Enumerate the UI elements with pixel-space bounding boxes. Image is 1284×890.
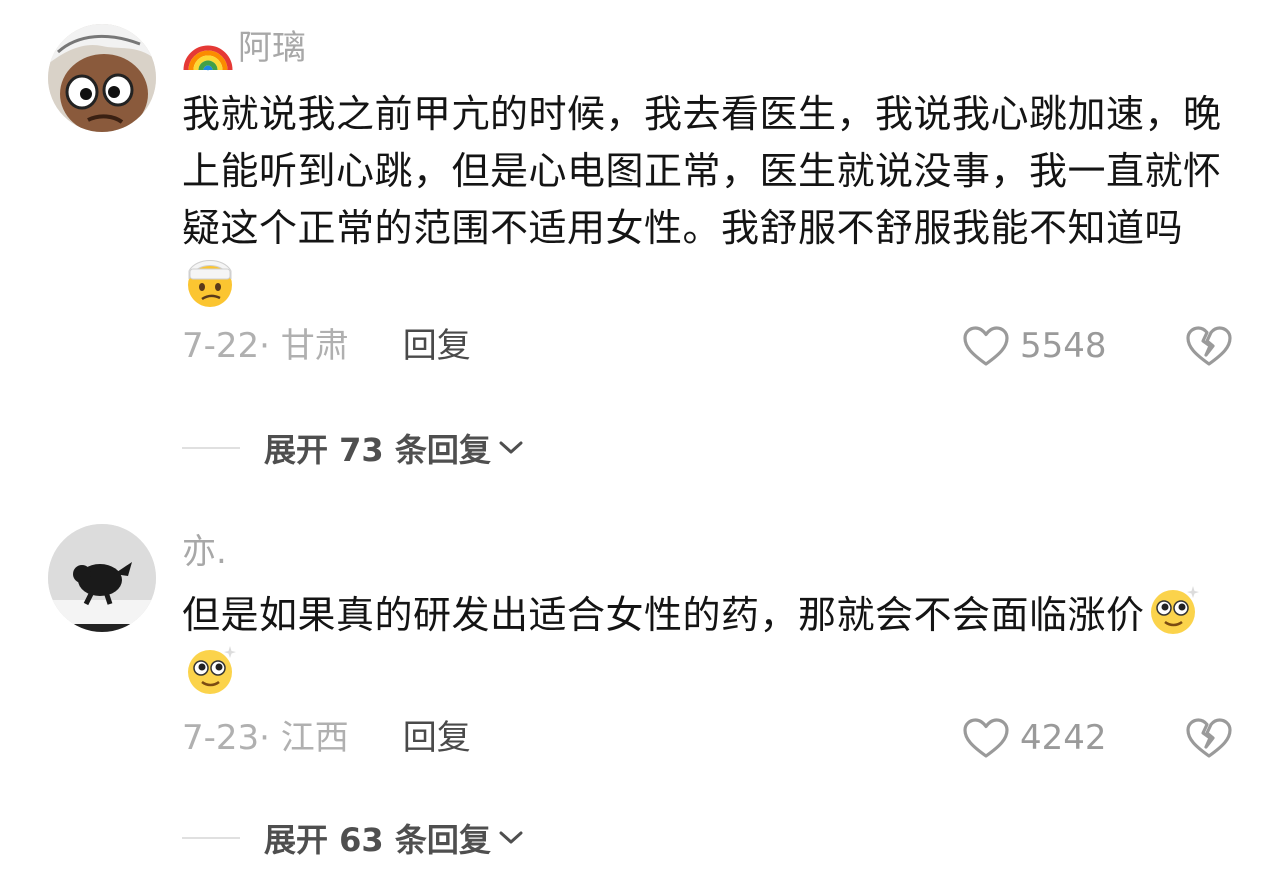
broken-heart-icon (1186, 718, 1232, 758)
reply-button[interactable]: 回复 (403, 718, 471, 758)
like-count: 4242 (1020, 718, 1107, 758)
like-button[interactable]: 4242 (962, 716, 1107, 760)
comment-item: 亦. 但是如果真的研发出适合女性的药，那就会不会面临涨价 7-23· 江西 回复… (0, 0, 1284, 890)
chevron-down-icon (499, 831, 523, 844)
sparkle-eyes-emoji-icon (1147, 584, 1199, 636)
expand-replies-button[interactable]: 展开 63 条回复 (182, 816, 525, 860)
divider (182, 837, 240, 839)
expand-replies-label: 展开 63 条回复 (264, 821, 491, 859)
avatar[interactable] (48, 524, 156, 632)
comment-text: 但是如果真的研发出适合女性的药，那就会不会面临涨价 (182, 584, 1232, 704)
heart-icon (963, 718, 1009, 758)
username[interactable]: 亦. (182, 530, 227, 574)
username-text: 亦. (182, 532, 227, 572)
comment-meta: 7-23· 江西 回复 (182, 716, 471, 760)
black-cat-avatar-icon (48, 524, 156, 632)
comment-text-content: 但是如果真的研发出适合女性的药，那就会不会面临涨价 (182, 593, 1145, 637)
dislike-button[interactable] (1184, 716, 1234, 760)
sparkle-eyes-emoji-icon (184, 644, 236, 696)
date-location: 7-23· 江西 (182, 718, 349, 758)
